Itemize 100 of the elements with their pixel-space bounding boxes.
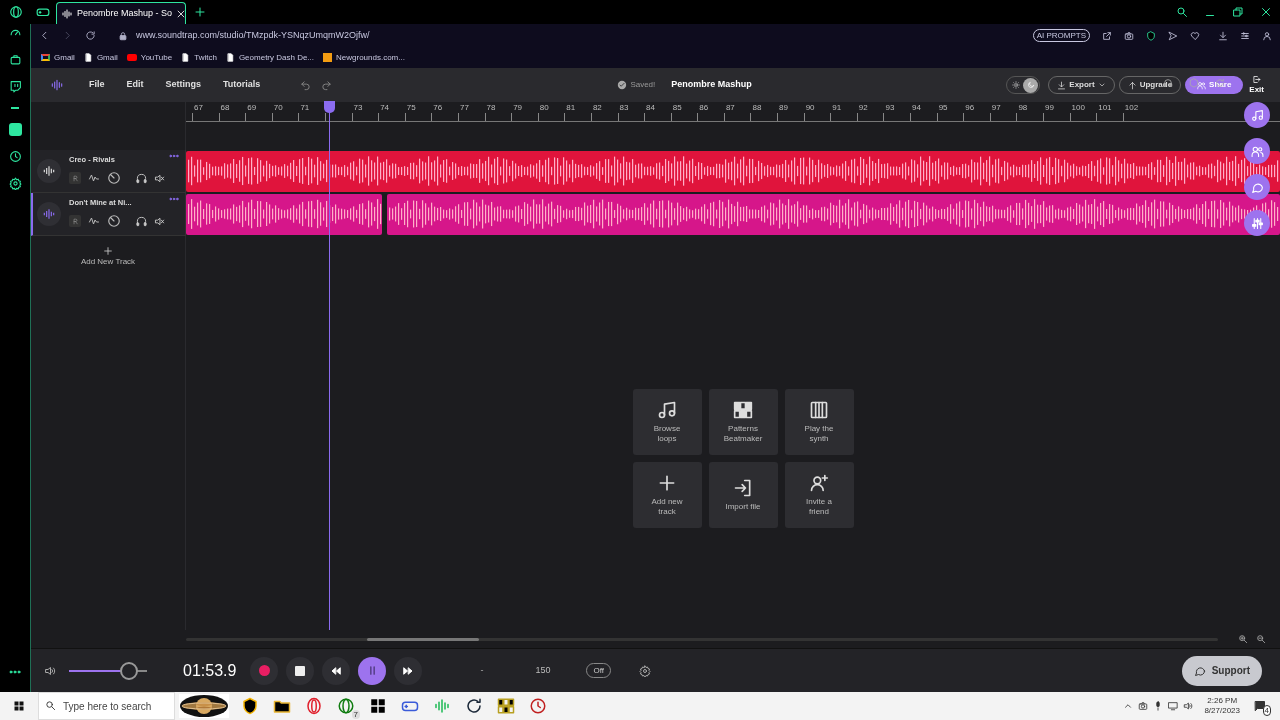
audio-clip[interactable]	[186, 194, 382, 235]
export-icon	[1057, 80, 1067, 90]
add-person-icon	[809, 472, 829, 493]
project-title[interactable]: Penombre Mashup	[671, 78, 752, 92]
url-field[interactable]: www.soundtrap.com/studio/TMzpdk-YSNqzUmqmW2Ojfw/	[136, 28, 370, 43]
volume-knob-icon[interactable]	[107, 214, 121, 229]
pause-button[interactable]	[358, 656, 387, 685]
reload-icon[interactable]	[85, 30, 96, 41]
meet-icon[interactable]	[1138, 701, 1149, 711]
record-arm-button[interactable]	[69, 215, 81, 228]
zoom-in-icon[interactable]	[1238, 634, 1248, 644]
search-field[interactable]: Type here to search	[38, 692, 175, 720]
volume-thumb[interactable]	[120, 661, 139, 680]
start-tile[interactable]: Patterns Beatmaker	[708, 388, 778, 455]
windows-start-icon[interactable]	[13, 700, 25, 712]
gamepad-icon[interactable]	[36, 5, 50, 19]
xbox-app-icon[interactable]	[337, 697, 355, 715]
heart-icon[interactable]	[1190, 30, 1200, 41]
stop-square-icon	[295, 665, 306, 676]
search-icon[interactable]	[1176, 6, 1188, 18]
tempo-value[interactable]: 150	[535, 663, 551, 678]
start-tile[interactable]: Import file	[708, 461, 778, 528]
ruler-number: 73	[352, 103, 363, 112]
ruler-number: 85	[671, 103, 682, 112]
note-button[interactable]	[1244, 102, 1270, 128]
record-button[interactable]	[250, 656, 279, 685]
stop-button[interactable]	[286, 656, 315, 685]
audio-clip[interactable]	[186, 151, 1280, 192]
bag-icon[interactable]	[8, 53, 22, 66]
game-app-icon[interactable]	[497, 697, 515, 715]
settings-icon[interactable]	[8, 177, 22, 190]
bookmark-link[interactable]: Twitch	[194, 51, 217, 64]
browser-tab[interactable]: Penombre Mashup - So	[56, 2, 186, 24]
new-tab-icon[interactable]	[194, 6, 206, 18]
menu-item[interactable]: Settings	[165, 78, 202, 92]
camera-icon[interactable]	[1124, 30, 1134, 41]
disc-app-icon[interactable]	[529, 697, 547, 715]
fast-forward-button[interactable]	[394, 656, 423, 685]
speaker-icon[interactable]	[1183, 701, 1194, 711]
download-icon[interactable]	[1218, 30, 1228, 41]
restore-icon[interactable]	[1232, 6, 1244, 18]
close-icon[interactable]	[1260, 6, 1272, 18]
redo-icon[interactable]	[321, 79, 333, 91]
volume-icon[interactable]	[44, 664, 56, 677]
clock-time[interactable]: 2:26 PM	[1207, 696, 1238, 706]
r-letter-icon	[71, 217, 79, 225]
bookmark-link[interactable]: Gmail	[54, 51, 75, 64]
shield-app-icon[interactable]	[241, 697, 259, 715]
ruler-number: 74	[379, 103, 390, 112]
start-tile[interactable]: Invite a friend	[784, 461, 854, 528]
ring-app-icon[interactable]	[305, 697, 323, 715]
start-tile[interactable]: Browse loops	[632, 388, 702, 455]
undo-icon[interactable]	[300, 79, 312, 91]
notifications-icon[interactable]	[1254, 700, 1266, 712]
headphones-icon[interactable]	[136, 215, 147, 227]
add-track-button[interactable]: Add New Track	[80, 246, 136, 268]
chat-app-icon[interactable]	[8, 123, 22, 136]
rewind-button[interactable]	[322, 656, 351, 685]
menu-item[interactable]: File	[89, 78, 105, 92]
ruler-number: 78	[485, 103, 496, 112]
ruler-number: 75	[405, 103, 416, 112]
instrument-icon[interactable]	[37, 159, 61, 183]
playhead-handle[interactable]	[324, 101, 335, 113]
bookmark-link[interactable]: Newgrounds.com...	[336, 51, 405, 64]
start-tile[interactable]: Add new track	[632, 461, 702, 528]
user-icon[interactable]	[1262, 30, 1272, 41]
settings-icon[interactable]	[638, 664, 651, 677]
exit-icon	[1252, 74, 1262, 84]
volume-knob-icon[interactable]	[107, 171, 121, 186]
clock-date[interactable]: 8/27/2023	[1204, 706, 1240, 716]
close-icon[interactable]	[176, 8, 187, 19]
twitch-icon[interactable]	[8, 80, 22, 93]
mute-icon[interactable]	[154, 215, 165, 227]
start-tile[interactable]: Play the synth	[784, 388, 854, 455]
zoom-out-icon[interactable]	[1256, 634, 1266, 644]
key-value[interactable]: -	[480, 663, 484, 678]
support-button[interactable]: Support	[1181, 655, 1262, 686]
bookmark-link[interactable]: Gmail	[96, 51, 118, 64]
network-icon[interactable]	[1168, 701, 1179, 711]
fast-forward-icon	[402, 664, 415, 677]
bookmark-link[interactable]: Geometry Dash De...	[238, 51, 315, 64]
record-arm-button[interactable]	[69, 172, 81, 185]
headphones-icon[interactable]	[136, 172, 147, 184]
audio-clip[interactable]	[387, 194, 1280, 235]
mute-icon[interactable]	[154, 172, 165, 184]
menu-icon[interactable]	[1240, 30, 1250, 41]
chevron-up-icon[interactable]	[1123, 701, 1134, 711]
volume-slider[interactable]	[69, 661, 147, 680]
ring-logo-icon[interactable]	[9, 5, 23, 19]
exit-button[interactable]: Exit	[1249, 74, 1264, 96]
bookmark-link[interactable]: YouTube	[140, 51, 173, 64]
people-button[interactable]	[1244, 138, 1270, 164]
menu-item[interactable]: Edit	[126, 78, 144, 92]
send-icon[interactable]	[1168, 30, 1178, 41]
menu-item[interactable]: Tutorials	[223, 78, 261, 92]
share-icon[interactable]	[1102, 30, 1112, 41]
clock-icon[interactable]	[8, 150, 22, 163]
ruler-number: 77	[458, 103, 469, 112]
shield-icon[interactable]	[1146, 30, 1156, 41]
plus-icon	[103, 246, 113, 256]
